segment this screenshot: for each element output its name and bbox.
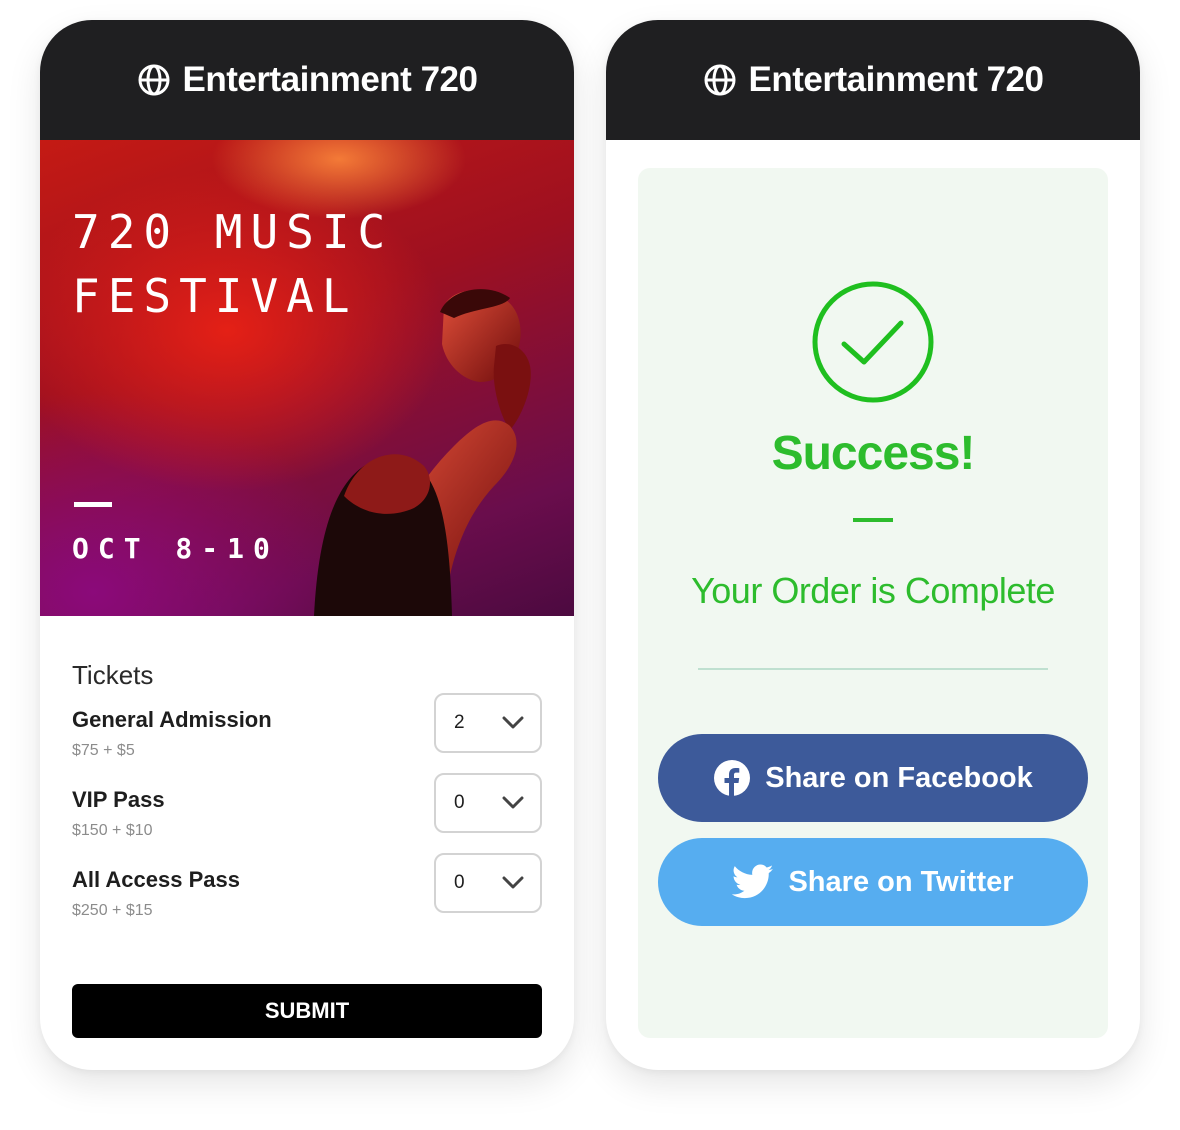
globe-icon — [704, 64, 736, 96]
tickets-section: Tickets General Admission $75 + $5 2 VIP… — [40, 616, 574, 947]
chevron-down-icon — [502, 876, 524, 889]
hero-divider — [74, 502, 112, 507]
app-title: Entertainment 720 — [182, 60, 478, 99]
app-header: Entertainment 720 — [40, 20, 574, 140]
chevron-down-icon — [502, 796, 524, 809]
check-circle-icon — [812, 281, 934, 403]
app-header: Entertainment 720 — [606, 20, 1140, 140]
ticket-form-card: Entertainment 720 720 MUSIC FESTIVAL OCT… — [40, 20, 574, 1070]
order-success-card: Entertainment 720 Success! Your Order is… — [606, 20, 1140, 1070]
share-facebook-label: Share on Facebook — [765, 761, 1033, 794]
ticket-price: $75 + $5 — [72, 742, 135, 759]
ticket-price: $250 + $15 — [72, 902, 153, 919]
submit-button[interactable]: SUBMIT — [72, 984, 542, 1038]
quantity-select-all-access-pass[interactable]: 0 — [434, 853, 542, 913]
globe-icon — [138, 64, 170, 96]
facebook-icon — [714, 760, 751, 796]
quantity-value: 0 — [454, 792, 465, 813]
success-panel: Success! Your Order is Complete Share on… — [638, 168, 1108, 1038]
quantity-select-general-admission[interactable]: 2 — [434, 693, 542, 753]
share-twitter-label: Share on Twitter — [788, 865, 1014, 898]
ticket-name: VIP Pass — [72, 787, 165, 812]
ticket-name: All Access Pass — [72, 867, 240, 892]
section-divider — [698, 668, 1048, 670]
app-title: Entertainment 720 — [748, 60, 1044, 99]
quantity-value: 2 — [454, 712, 465, 733]
festival-date: OCT 8-10 — [72, 532, 279, 565]
success-divider — [853, 518, 893, 522]
quantity-value: 0 — [454, 872, 465, 893]
success-title: Success! — [771, 427, 976, 480]
twitter-icon — [732, 864, 774, 899]
tickets-heading: Tickets — [72, 660, 154, 690]
quantity-select-vip-pass[interactable]: 0 — [434, 773, 542, 833]
ticket-name: General Admission — [72, 707, 272, 732]
order-complete-message: Your Order is Complete — [691, 570, 1055, 611]
ticket-price: $150 + $10 — [72, 822, 153, 839]
share-facebook-button[interactable]: Share on Facebook — [658, 734, 1088, 822]
ticket-row-all-access-pass: All Access Pass $250 + $15 0 — [72, 853, 542, 947]
festival-title: 720 MUSIC FESTIVAL — [72, 205, 394, 323]
chevron-down-icon — [502, 716, 524, 729]
share-twitter-button[interactable]: Share on Twitter — [658, 838, 1088, 926]
festival-hero-image: 720 MUSIC FESTIVAL OCT 8-10 — [40, 140, 574, 616]
